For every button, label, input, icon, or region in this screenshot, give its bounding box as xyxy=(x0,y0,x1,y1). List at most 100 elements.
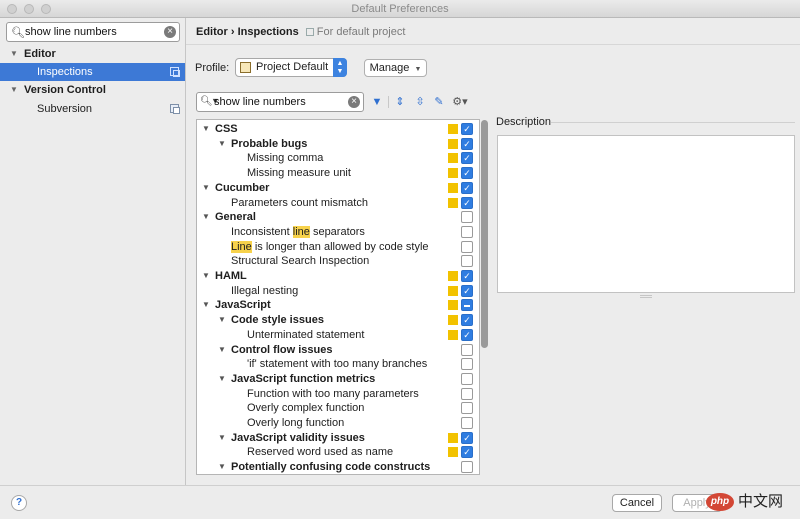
inspection-enabled-checkbox[interactable] xyxy=(461,387,473,400)
inspection-row[interactable]: ▼ JavaScript validity issues ✓ xyxy=(197,431,479,446)
close-window-button[interactable] xyxy=(7,4,17,14)
expand-triangle-icon[interactable]: ▼ xyxy=(202,181,210,196)
inspection-label: HAML xyxy=(215,270,247,282)
inspection-enabled-checkbox[interactable] xyxy=(461,402,473,415)
project-copy-icon xyxy=(170,104,180,114)
breadcrumb-separator: › xyxy=(230,26,235,38)
inspection-enabled-checkbox[interactable] xyxy=(461,343,473,356)
inspection-row[interactable]: Reserved word used as name ✓ xyxy=(197,445,479,460)
expand-triangle-icon[interactable]: ▼ xyxy=(218,431,226,446)
inspection-row[interactable]: Inconsistent line separators xyxy=(197,225,479,240)
inspection-row[interactable]: ▼ JavaScript function metrics xyxy=(197,372,479,387)
expand-triangle-icon[interactable]: ▼ xyxy=(10,81,18,99)
zoom-window-button[interactable] xyxy=(41,4,51,14)
help-button[interactable]: ? xyxy=(11,495,27,511)
splitter-grip[interactable] xyxy=(640,295,652,298)
inspection-row[interactable]: ▼ Potentially confusing code constructs xyxy=(197,460,479,474)
inspection-enabled-checkbox[interactable]: ✓ xyxy=(461,181,473,194)
search-match-highlight: line xyxy=(292,225,310,238)
inspection-enabled-checkbox[interactable] xyxy=(461,461,473,474)
inspection-enabled-checkbox[interactable]: ✓ xyxy=(461,431,473,444)
inspection-enabled-checkbox[interactable] xyxy=(461,358,473,371)
profile-label: Profile: xyxy=(195,62,230,74)
inspection-enabled-checkbox[interactable]: ✓ xyxy=(461,196,473,209)
inspection-row[interactable]: ▼ JavaScript xyxy=(197,298,479,313)
expand-all-icon[interactable]: ⇕ xyxy=(393,95,407,109)
scope-label: For default project xyxy=(305,26,405,38)
sidebar-item-subversion[interactable]: Subversion xyxy=(0,100,185,118)
expand-triangle-icon[interactable]: ▼ xyxy=(202,298,210,313)
inspection-enabled-checkbox[interactable]: ✓ xyxy=(461,446,473,459)
inspection-enabled-checkbox[interactable]: ✓ xyxy=(461,328,473,341)
inspection-row[interactable]: Structural Search Inspection xyxy=(197,254,479,269)
inspection-row[interactable]: ▼ CSS ✓ xyxy=(197,122,479,137)
inspection-enabled-checkbox[interactable]: ✓ xyxy=(461,270,473,282)
expand-triangle-icon[interactable]: ▼ xyxy=(218,313,226,328)
inspections-scrollbar[interactable] xyxy=(481,120,488,474)
inspection-row[interactable]: ▼ HAML ✓ xyxy=(197,269,479,284)
sidebar-item-version-control[interactable]: ▼ Version Control xyxy=(0,81,185,99)
cancel-button[interactable]: Cancel xyxy=(612,494,662,512)
inspection-enabled-checkbox[interactable]: ✓ xyxy=(461,314,473,327)
inspection-row[interactable]: ▼ Code style issues ✓ xyxy=(197,313,479,328)
chevron-down-icon: ▼ xyxy=(414,66,422,73)
inspection-enabled-checkbox[interactable]: ✓ xyxy=(461,284,473,297)
inspections-page: Editor › Inspections For default project… xyxy=(186,18,800,485)
gear-icon[interactable]: ⚙▾ xyxy=(451,95,469,109)
inspection-row[interactable]: Unterminated statement ✓ xyxy=(197,328,479,343)
filter-funnel-icon[interactable]: ▼ xyxy=(370,95,384,109)
inspection-row[interactable]: Function with too many parameters xyxy=(197,387,479,402)
inspection-row[interactable]: ▼ Cucumber ✓ xyxy=(197,181,479,196)
inspection-enabled-checkbox[interactable]: ✓ xyxy=(461,137,473,150)
inspection-row[interactable]: Parameters count mismatch ✓ xyxy=(197,196,479,211)
expand-triangle-icon[interactable]: ▼ xyxy=(202,210,210,225)
inspection-row[interactable]: ▼ Control flow issues xyxy=(197,343,479,358)
inspection-enabled-checkbox[interactable]: ✓ xyxy=(461,152,473,165)
inspection-row[interactable]: Missing measure unit ✓ xyxy=(197,166,479,181)
inspection-filter-field[interactable]: 🔍︎▾ show line numbers × xyxy=(196,92,364,112)
inspection-enabled-checkbox[interactable] xyxy=(461,240,473,253)
settings-search-field[interactable]: 🔍︎ show line numbers × xyxy=(6,22,180,42)
inspection-row[interactable]: Line is longer than allowed by code styl… xyxy=(197,240,479,255)
expand-triangle-icon[interactable]: ▼ xyxy=(202,269,210,284)
inspection-row[interactable]: ▼ Probable bugs ✓ xyxy=(197,137,479,152)
expand-triangle-icon[interactable]: ▼ xyxy=(10,45,18,63)
inspection-enabled-checkbox[interactable] xyxy=(461,211,473,224)
dialog-footer: ? Cancel Apply xyxy=(0,485,800,519)
inspection-row[interactable]: Overly long function xyxy=(197,416,479,431)
scrollbar-thumb[interactable] xyxy=(481,120,488,348)
inspection-enabled-checkbox[interactable]: ✓ xyxy=(461,167,473,180)
inspection-row[interactable]: 'if' statement with too many branches xyxy=(197,357,479,372)
reset-eraser-icon[interactable]: ✎ xyxy=(432,95,446,109)
severity-warning-icon xyxy=(448,285,458,296)
clear-filter-icon[interactable]: × xyxy=(348,96,360,108)
inspection-enabled-checkbox[interactable] xyxy=(461,417,473,429)
sidebar-item-editor[interactable]: ▼ Editor xyxy=(0,45,185,63)
inspection-enabled-checkbox[interactable] xyxy=(461,372,473,385)
clear-search-icon[interactable]: × xyxy=(164,26,176,38)
inspection-row[interactable]: ▼ General xyxy=(197,210,479,225)
severity-warning-icon xyxy=(448,168,458,179)
manage-button[interactable]: Manage ▼ xyxy=(364,59,427,77)
expand-triangle-icon[interactable]: ▼ xyxy=(218,343,226,358)
inspection-enabled-checkbox[interactable] xyxy=(461,299,473,312)
expand-triangle-icon[interactable]: ▼ xyxy=(218,137,226,152)
inspection-row[interactable]: Illegal nesting ✓ xyxy=(197,284,479,299)
sidebar-item-label: Inspections xyxy=(37,66,93,78)
project-copy-icon xyxy=(170,67,180,77)
collapse-all-icon[interactable]: ⇳ xyxy=(413,95,427,109)
header-divider xyxy=(186,44,800,45)
profile-icon xyxy=(240,62,251,73)
inspection-row[interactable]: Overly complex function xyxy=(197,401,479,416)
inspection-enabled-checkbox[interactable] xyxy=(461,225,473,238)
inspection-enabled-checkbox[interactable]: ✓ xyxy=(461,123,473,135)
sidebar-item-inspections[interactable]: Inspections xyxy=(0,63,185,81)
minimize-window-button[interactable] xyxy=(24,4,34,14)
profile-select[interactable]: Project Default ▲ ▼ xyxy=(235,58,347,77)
expand-triangle-icon[interactable]: ▼ xyxy=(218,372,226,387)
settings-sidebar: 🔍︎ show line numbers × ▼ Editor Inspecti… xyxy=(0,18,186,485)
expand-triangle-icon[interactable]: ▼ xyxy=(218,460,226,474)
inspection-enabled-checkbox[interactable] xyxy=(461,255,473,268)
expand-triangle-icon[interactable]: ▼ xyxy=(202,122,210,137)
inspection-row[interactable]: Missing comma ✓ xyxy=(197,151,479,166)
